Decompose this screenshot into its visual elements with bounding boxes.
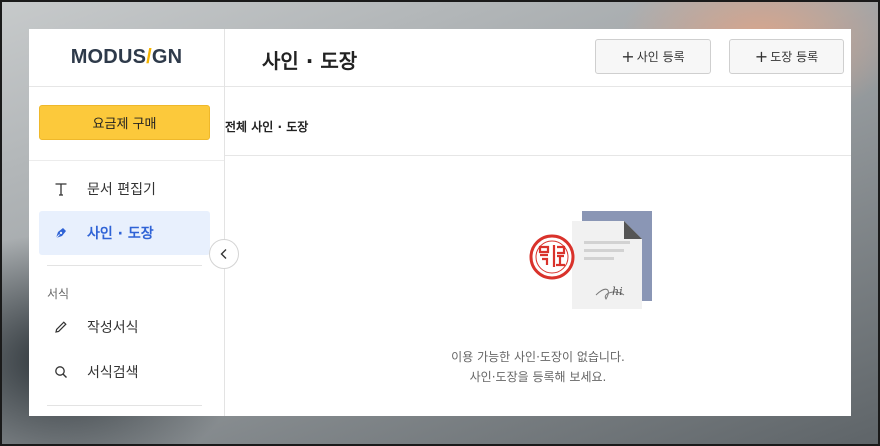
logo-left: MODUS [70,46,147,68]
signature-text: hi [612,285,623,298]
sidebar-item-label: 작성서식 [87,320,139,336]
add-sign-label: 사인 등록 [636,50,685,64]
sidebar-item-search-form[interactable]: 서식검색 [39,350,210,394]
search-icon [51,365,71,379]
filter-all-tab[interactable]: 전체 사인 · 도장 [225,118,308,135]
sidebar-item-document-editor[interactable]: 문서 편집기 [39,167,210,211]
plus-icon: + [621,46,635,66]
sidebar-item-label: 서식검색 [87,365,139,381]
text-t-icon [51,182,71,196]
empty-state-line1: 이용 가능한 사인·도장이 없습니다. [451,350,625,364]
empty-state-illustration: hi [526,209,656,315]
section-label-forms: 서식 [47,287,70,301]
empty-state-line2: 사인·도장을 등록해 보세요. [469,370,607,384]
sidebar-item-sign-stamp[interactable]: 사인 · 도장 [39,211,210,255]
logo[interactable]: MODUS / GN [29,29,224,87]
logo-right: GN [151,46,183,68]
pen-nib-icon [51,225,71,241]
empty-state-message: 이용 가능한 사인·도장이 없습니다. 사인·도장을 등록해 보세요. [225,347,851,387]
page-title: 사인 · 도장 [262,49,358,73]
sidebar-divider [47,405,202,406]
sidebar-item-label: 사인 · 도장 [87,226,154,242]
pencil-icon [51,320,71,334]
chevron-left-icon [220,249,227,259]
buy-section: 요금제 구매 [29,87,224,161]
app-window: MODUS / GN 요금제 구매 문서 편집기 사인 · 도장 서식 작성서식… [29,29,851,416]
buy-plan-button[interactable]: 요금제 구매 [39,105,210,140]
sidebar: MODUS / GN 요금제 구매 문서 편집기 사인 · 도장 서식 작성서식… [29,29,225,416]
collapse-sidebar-button[interactable] [209,239,239,269]
add-stamp-button[interactable]: + 도장 등록 [729,39,844,74]
sidebar-item-label: 문서 편집기 [87,182,156,198]
plus-icon: + [754,46,769,66]
page-header: 사인 · 도장 + 사인 등록 + 도장 등록 [225,29,851,87]
sidebar-divider [47,265,202,266]
add-sign-button[interactable]: + 사인 등록 [595,39,711,74]
filter-bar: 전체 사인 · 도장 [225,87,851,156]
stamp-icon [529,234,575,280]
sidebar-item-write-form[interactable]: 작성서식 [39,305,210,349]
add-stamp-label: 도장 등록 [770,50,819,64]
